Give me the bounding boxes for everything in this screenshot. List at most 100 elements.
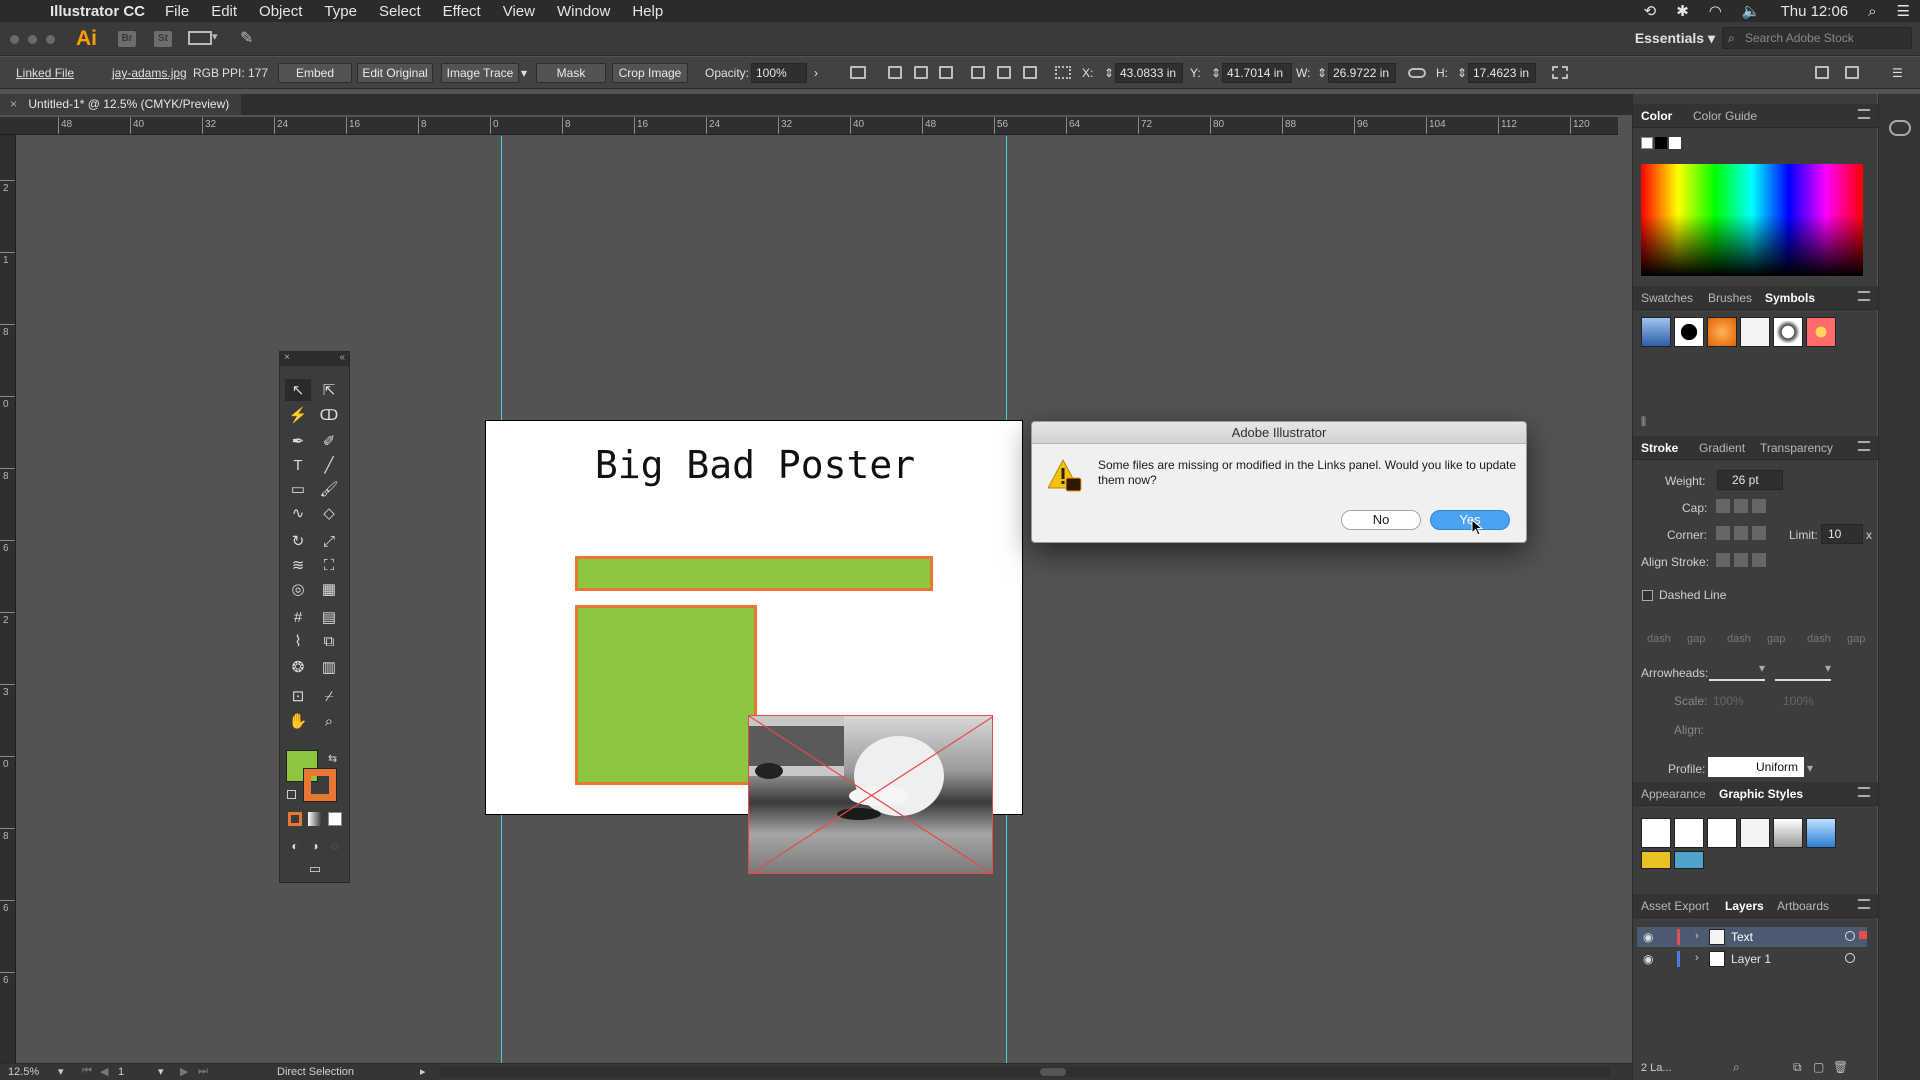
- symbols-panel-menu-icon[interactable]: [1858, 291, 1870, 301]
- embed-button[interactable]: Embed: [278, 63, 352, 83]
- color-spectrum-picker[interactable]: [1641, 164, 1863, 276]
- symbol-tag[interactable]: [1740, 317, 1770, 347]
- dash-gap-fields[interactable]: [1641, 612, 1871, 638]
- line-segment-tool-icon[interactable]: ╱: [316, 454, 342, 476]
- layer-name-layer-1[interactable]: Layer 1: [1731, 952, 1771, 966]
- last-artboard-icon[interactable]: ⏭: [198, 1065, 208, 1078]
- profile-chevron-icon[interactable]: ▾: [1807, 761, 1813, 775]
- layer-target-icon[interactable]: [1845, 953, 1855, 963]
- stock-icon[interactable]: St: [154, 31, 172, 47]
- symbol-flower[interactable]: [1806, 317, 1836, 347]
- align-stroke-outside-icon[interactable]: [1752, 553, 1766, 567]
- locate-object-icon[interactable]: ⌕: [1733, 1060, 1740, 1075]
- delete-layer-icon[interactable]: 🗑: [1833, 1060, 1848, 1074]
- bluetooth-icon[interactable]: ✱: [1676, 2, 1689, 20]
- graphic-style-none[interactable]: [1674, 818, 1704, 848]
- control-bar-options-icon[interactable]: [1845, 66, 1859, 79]
- y-stepper-icon[interactable]: ⇕: [1211, 66, 1221, 80]
- butt-cap-icon[interactable]: [1716, 499, 1730, 513]
- scale-end-value[interactable]: 100%: [1783, 694, 1814, 708]
- align-right-icon[interactable]: [939, 66, 953, 79]
- swap-fill-stroke-icon[interactable]: ⇆: [328, 752, 337, 765]
- symbol-ink-splat[interactable]: [1674, 317, 1704, 347]
- round-cap-icon[interactable]: [1734, 499, 1748, 513]
- rotate-tool-icon[interactable]: ↻: [285, 530, 311, 552]
- vertical-ruler[interactable]: 2 1 8 0 8 6 2 3 0 8 6 6: [0, 135, 16, 1063]
- dashed-line-checkbox[interactable]: [1642, 590, 1653, 601]
- green-square-rectangle[interactable]: [575, 605, 757, 785]
- menu-object[interactable]: Object: [259, 3, 302, 20]
- linked-filename[interactable]: jay-adams.jpg: [112, 66, 187, 80]
- graphic-style-shadow[interactable]: [1773, 818, 1803, 848]
- app-name-menu[interactable]: Illustrator CC: [50, 3, 145, 20]
- round-join-icon[interactable]: [1734, 526, 1748, 540]
- gpu-performance-icon[interactable]: ✎: [240, 28, 253, 48]
- bridge-icon[interactable]: Br: [118, 31, 136, 47]
- time-machine-icon[interactable]: ⟲: [1644, 2, 1657, 20]
- transform-icon[interactable]: [850, 66, 866, 79]
- arrange-documents-icon[interactable]: [188, 31, 212, 45]
- linked-file-link[interactable]: Linked File: [16, 66, 74, 80]
- artboard-tool-icon[interactable]: ⊡: [285, 685, 311, 707]
- graphic-style-yellow[interactable]: [1641, 851, 1671, 869]
- x-stepper-icon[interactable]: ⇕: [1104, 66, 1114, 80]
- projecting-cap-icon[interactable]: [1752, 499, 1766, 513]
- symbol-libraries-icon[interactable]: ⫼: [1641, 416, 1646, 429]
- libraries-cloud-icon[interactable]: [1889, 120, 1911, 136]
- canvas-area[interactable]: Big Bad Poster: [17, 136, 1617, 1063]
- close-window-button[interactable]: [10, 35, 19, 44]
- menu-file[interactable]: File: [165, 3, 189, 20]
- scale-start-value[interactable]: 100%: [1713, 694, 1744, 708]
- profile-select[interactable]: Uniform: [1708, 757, 1804, 777]
- direct-selection-tool-icon[interactable]: ⇱: [316, 379, 342, 401]
- align-left-icon[interactable]: [888, 66, 902, 79]
- graphic-styles-panel-menu-icon[interactable]: [1858, 787, 1870, 797]
- constrain-proportions-link-icon[interactable]: [1408, 68, 1426, 78]
- y-field[interactable]: 41.7014 in: [1222, 63, 1292, 83]
- no-button[interactable]: No: [1341, 510, 1421, 530]
- none-swatch[interactable]: [1641, 137, 1653, 149]
- jay-adams-linked-image[interactable]: [748, 715, 993, 874]
- free-transform-tool-icon[interactable]: ⛶: [316, 554, 342, 576]
- menu-type[interactable]: Type: [324, 3, 357, 20]
- eyedropper-tool-icon[interactable]: ⌇: [285, 630, 311, 652]
- h-field[interactable]: 17.4623 in: [1468, 63, 1536, 83]
- next-artboard-icon[interactable]: ▶: [180, 1065, 188, 1078]
- paintbrush-tool-icon[interactable]: 🖌: [316, 478, 342, 500]
- symbol-sprayer-tool-icon[interactable]: ❂: [285, 656, 311, 678]
- align-top-icon[interactable]: [971, 66, 985, 79]
- graphic-style-white[interactable]: [1707, 818, 1737, 848]
- graphic-style-teal[interactable]: [1674, 851, 1704, 869]
- column-graph-tool-icon[interactable]: ▥: [316, 656, 342, 678]
- draw-inside-icon[interactable]: ◌: [322, 835, 348, 857]
- w-stepper-icon[interactable]: ⇕: [1317, 66, 1327, 80]
- graphic-style-default[interactable]: [1641, 818, 1671, 848]
- menu-view[interactable]: View: [503, 3, 535, 20]
- type-tool-icon[interactable]: T: [285, 454, 311, 476]
- yes-button[interactable]: Yes: [1430, 510, 1510, 530]
- crop-image-button[interactable]: Crop Image: [612, 63, 688, 83]
- tab-gradient[interactable]: Gradient: [1699, 441, 1745, 455]
- previous-artboard-icon[interactable]: ◀: [100, 1065, 108, 1078]
- color-mode-icon[interactable]: [288, 812, 302, 826]
- clock[interactable]: Thu 12:06: [1781, 3, 1849, 20]
- expand-layer-icon[interactable]: ›: [1695, 952, 1699, 964]
- tab-symbols[interactable]: Symbols: [1765, 291, 1815, 305]
- magic-wand-tool-icon[interactable]: ⚡: [285, 404, 311, 426]
- rectangle-tool-icon[interactable]: ▭: [285, 478, 311, 500]
- menu-effect[interactable]: Effect: [443, 3, 481, 20]
- tab-appearance[interactable]: Appearance: [1641, 787, 1706, 801]
- visibility-eye-icon[interactable]: ◉: [1643, 930, 1653, 944]
- default-fill-stroke-icon[interactable]: [287, 790, 296, 799]
- tab-color[interactable]: Color: [1641, 109, 1672, 123]
- image-trace-button[interactable]: Image Trace: [441, 63, 519, 83]
- layer-name-text[interactable]: Text: [1731, 930, 1753, 944]
- bevel-join-icon[interactable]: [1752, 526, 1766, 540]
- layers-panel-menu-icon[interactable]: [1858, 899, 1870, 909]
- selection-tool-icon[interactable]: ↖: [285, 379, 311, 401]
- blend-tool-icon[interactable]: ⧉: [316, 630, 342, 652]
- tab-transparency[interactable]: Transparency: [1760, 441, 1833, 455]
- w-field[interactable]: 26.9722 in: [1328, 63, 1396, 83]
- limit-field[interactable]: 10: [1821, 524, 1863, 544]
- width-tool-icon[interactable]: ≋: [285, 554, 311, 576]
